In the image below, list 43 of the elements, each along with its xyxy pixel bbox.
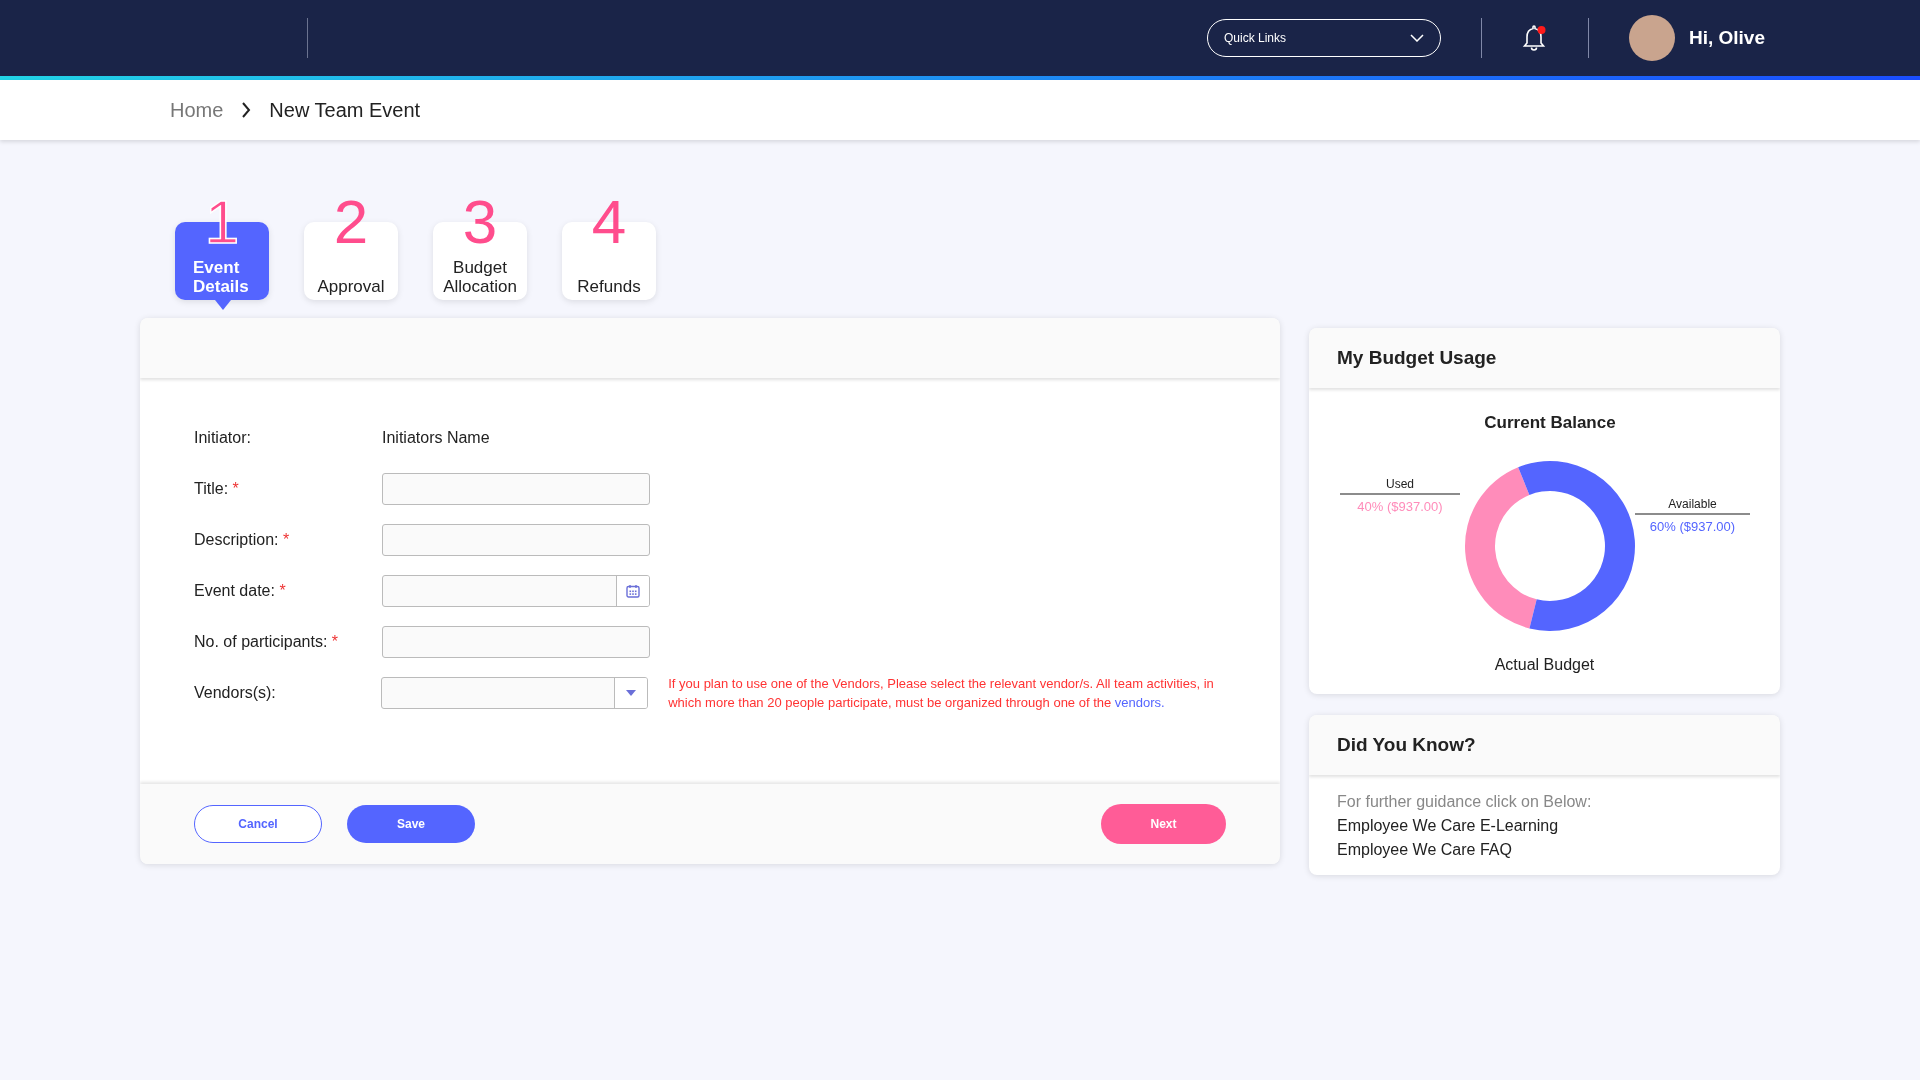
dropdown-field[interactable] [381,676,649,709]
step-tab[interactable]: 2 Approval [304,190,398,310]
input-field[interactable] [382,523,650,556]
chevron-right-icon [241,102,252,118]
required-mark: * [282,530,290,548]
input-field[interactable] [382,625,650,658]
slice-label: Available [1667,497,1717,511]
chevron-down-icon [1409,34,1424,42]
bell-icon[interactable] [1521,24,1548,52]
vendor-note: If you plan to use one of the Vendors, Please select the relevant vendor/s. All team activities, in which more than 20 people participate, must be organized through one of the vendors. [668,674,1215,712]
vendors-link[interactable]: vendors. [1114,694,1165,710]
required-mark: * [279,581,286,599]
user-greeting: Hi, Olive [1688,27,1765,49]
step-tab[interactable]: 3 Budget Allocation [433,190,527,310]
required-mark: * [331,632,339,650]
value-label: 60% ($937.00) [1649,519,1735,534]
step-tab[interactable]: 4 Refunds [562,190,656,310]
guidance-link[interactable]: Employee We Care FAQ [1337,841,1752,859]
guidance-link[interactable]: Employee We Care E-Learning [1337,817,1752,835]
field-label: No. of participants: [194,632,328,650]
slice-label: Used [1385,477,1414,491]
value-label: 40% ($937.00) [1356,499,1443,514]
avatar[interactable] [1628,15,1675,61]
date-field[interactable] [382,574,650,607]
breadcrumb-item[interactable]: Home [170,98,224,122]
field-label: Title: [194,479,229,497]
caret-icon[interactable] [626,689,637,696]
breadcrumb-item: New Team Event [269,98,421,122]
chart-title: Current Balance [1483,413,1616,432]
action-button[interactable]: Cancel [194,805,322,843]
field-label: Initiator: [194,428,251,446]
card-title: Did You Know? [1337,734,1476,756]
input-field[interactable] [382,472,650,505]
field-label: Event date: [194,581,275,599]
chart-caption: Actual Budget [1494,656,1595,673]
action-button[interactable]: Save [347,805,475,843]
field-label: Description: [194,530,279,548]
required-mark: * [232,479,239,497]
calendar-icon[interactable] [626,583,640,598]
guidance-text: For further guidance click on Below: [1337,793,1593,811]
field-value: Initiators Name [382,428,490,447]
card-title: My Budget Usage [1337,347,1497,369]
field-label: Vendors(s): [194,683,276,701]
